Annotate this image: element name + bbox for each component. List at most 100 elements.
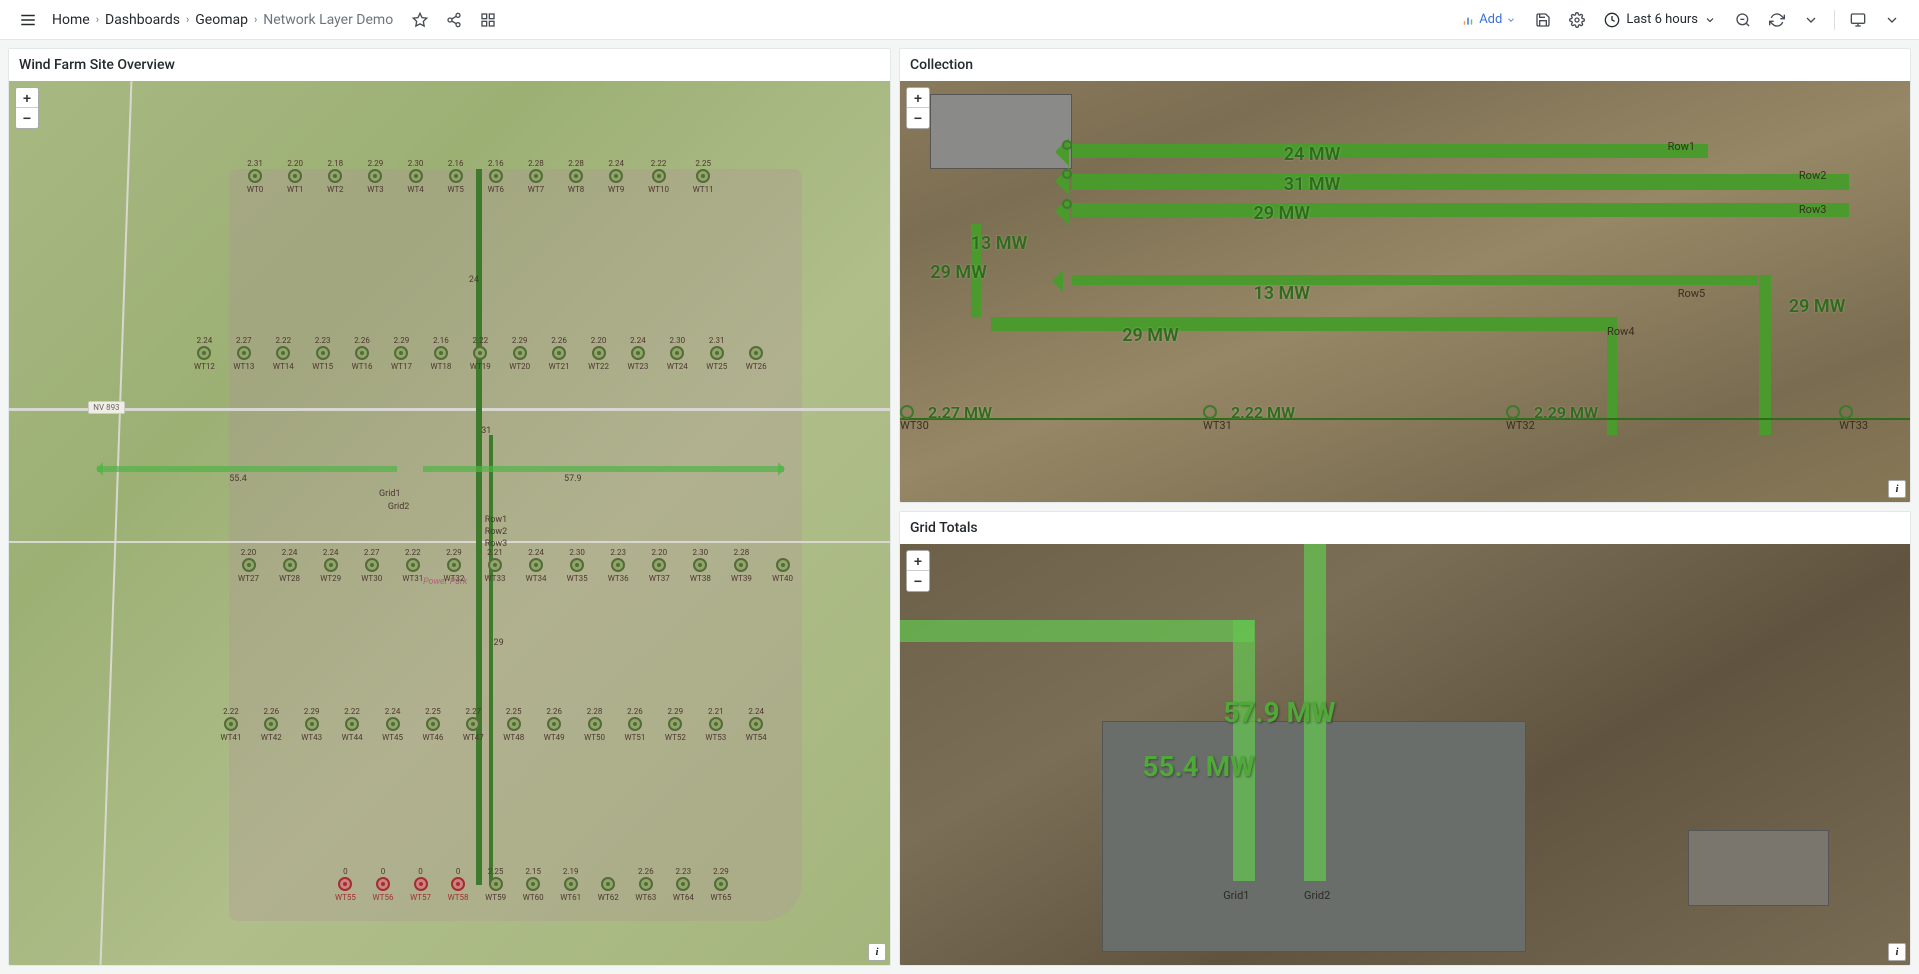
- turbine-marker[interactable]: 2.26WT49: [544, 717, 565, 742]
- turbine-marker[interactable]: 2.29WT52: [665, 717, 686, 742]
- turbine-marker[interactable]: 2.20WT27: [238, 558, 259, 583]
- turbine-marker[interactable]: 2.28WT8: [568, 169, 584, 194]
- turbine-marker[interactable]: 2.26WT51: [625, 717, 646, 742]
- turbine-marker[interactable]: 2.24WT34: [526, 558, 547, 583]
- turbine-marker[interactable]: 2.22WT44: [342, 717, 363, 742]
- zoom-in-button[interactable]: +: [16, 88, 38, 108]
- turbine-marker[interactable]: 2.28WT50: [584, 717, 605, 742]
- turbine-marker[interactable]: 0WT56: [373, 877, 394, 902]
- turbine-marker[interactable]: 2.16WT18: [430, 346, 451, 371]
- turbine-marker[interactable]: 2.22WT19: [470, 346, 491, 371]
- turbine-marker[interactable]: 2.30WT35: [567, 558, 588, 583]
- breadcrumb-home[interactable]: Home: [52, 12, 90, 28]
- turbine-marker[interactable]: WT26: [746, 346, 767, 371]
- turbine-marker[interactable]: 2.15WT60: [523, 877, 544, 902]
- geomap-grid-totals[interactable]: 57.9 MW55.4 MW Grid1Grid2 + − i: [900, 544, 1910, 965]
- turbine-marker[interactable]: WT62: [598, 877, 619, 902]
- attribution-button[interactable]: i: [1888, 480, 1906, 498]
- turbine-marker[interactable]: 2.24WT29: [320, 558, 341, 583]
- turbine-marker[interactable]: 2.26WT63: [635, 877, 656, 902]
- panel-title[interactable]: Grid Totals: [900, 512, 1910, 544]
- turbine-marker[interactable]: 2.19WT61: [560, 877, 581, 902]
- zoom-out-button[interactable]: −: [907, 108, 929, 128]
- turbine-marker[interactable]: 2.29WT32: [443, 558, 464, 583]
- turbine-marker[interactable]: 2.26WT21: [549, 346, 570, 371]
- turbine-marker[interactable]: 2.25WT46: [422, 717, 443, 742]
- turbine-marker[interactable]: 2.27WT13: [233, 346, 254, 371]
- turbine-marker[interactable]: WT322.29 MW: [1506, 405, 1535, 432]
- turbine-marker[interactable]: 2.27WT30: [361, 558, 382, 583]
- turbine-marker[interactable]: 2.30WT4: [407, 169, 423, 194]
- turbine-marker[interactable]: 2.23WT15: [312, 346, 333, 371]
- turbine-marker[interactable]: 2.24WT9: [608, 169, 624, 194]
- turbine-marker[interactable]: 0WT55: [335, 877, 356, 902]
- share-button[interactable]: [439, 5, 469, 35]
- zoom-in-button[interactable]: +: [907, 88, 929, 108]
- turbine-marker[interactable]: 2.21WT53: [705, 717, 726, 742]
- turbine-marker[interactable]: 2.28WT39: [731, 558, 752, 583]
- turbine-marker[interactable]: 2.22WT14: [273, 346, 294, 371]
- turbine-marker[interactable]: 2.29WT20: [509, 346, 530, 371]
- panel-title[interactable]: Collection: [900, 49, 1910, 81]
- settings-button[interactable]: [1562, 5, 1592, 35]
- turbine-marker[interactable]: 2.31WT0: [247, 169, 263, 194]
- apps-button[interactable]: [473, 5, 503, 35]
- turbine-marker[interactable]: 2.18WT2: [327, 169, 343, 194]
- turbine-marker[interactable]: 2.24WT12: [194, 346, 215, 371]
- turbine-marker[interactable]: 2.22WT10: [648, 169, 669, 194]
- turbine-marker[interactable]: 2.30WT24: [667, 346, 688, 371]
- zoom-in-button[interactable]: +: [907, 551, 929, 571]
- turbine-marker[interactable]: 2.21WT33: [485, 558, 506, 583]
- turbine-marker[interactable]: 2.26WT42: [261, 717, 282, 742]
- zoom-out-button[interactable]: −: [16, 108, 38, 128]
- turbine-marker[interactable]: WT33: [1839, 405, 1868, 432]
- turbine-marker[interactable]: WT40: [772, 558, 793, 583]
- turbine-marker[interactable]: 2.25WT48: [503, 717, 524, 742]
- more-button[interactable]: [1877, 5, 1907, 35]
- turbine-marker[interactable]: 2.22WT41: [220, 717, 241, 742]
- turbine-marker[interactable]: 2.30WT38: [690, 558, 711, 583]
- turbine-marker[interactable]: 2.25WT59: [485, 877, 506, 902]
- add-panel-button[interactable]: Add: [1453, 8, 1524, 31]
- attribution-button[interactable]: i: [1888, 943, 1906, 961]
- geomap-collection[interactable]: 24 MW31 MW29 MW13 MW29 MW13 MW29 MW29 MW…: [900, 81, 1910, 502]
- turbine-marker[interactable]: 2.23WT36: [608, 558, 629, 583]
- panel-title[interactable]: Wind Farm Site Overview: [9, 49, 890, 81]
- turbine-marker[interactable]: 2.20WT1: [287, 169, 303, 194]
- favorite-button[interactable]: [405, 5, 435, 35]
- turbine-marker[interactable]: 2.28WT7: [528, 169, 544, 194]
- zoom-out-button[interactable]: [1728, 5, 1758, 35]
- turbine-marker[interactable]: 0WT57: [410, 877, 431, 902]
- refresh-button[interactable]: [1762, 5, 1792, 35]
- turbine-marker[interactable]: 2.23WT64: [673, 877, 694, 902]
- turbine-marker[interactable]: 2.24WT23: [627, 346, 648, 371]
- tv-mode-button[interactable]: [1843, 5, 1873, 35]
- turbine-marker[interactable]: 2.24WT45: [382, 717, 403, 742]
- attribution-button[interactable]: i: [868, 943, 886, 961]
- save-button[interactable]: [1528, 5, 1558, 35]
- turbine-marker[interactable]: 2.25WT11: [693, 169, 714, 194]
- turbine-marker[interactable]: 2.29WT17: [391, 346, 412, 371]
- turbine-marker[interactable]: 2.24WT54: [746, 717, 767, 742]
- turbine-marker[interactable]: 2.20WT37: [649, 558, 670, 583]
- geomap-overview[interactable]: NV 893 55.4 57.9 24 31 29 Grid1 Grid2: [9, 81, 890, 965]
- turbine-marker[interactable]: WT302.27 MW: [900, 405, 929, 432]
- turbine-marker[interactable]: 2.26WT16: [352, 346, 373, 371]
- turbine-marker[interactable]: 2.16WT6: [488, 169, 504, 194]
- turbine-marker[interactable]: 2.31WT25: [706, 346, 727, 371]
- turbine-marker[interactable]: 2.20WT22: [588, 346, 609, 371]
- breadcrumb-dashboards[interactable]: Dashboards: [105, 12, 180, 28]
- turbine-marker[interactable]: 2.27WT47: [463, 717, 484, 742]
- turbine-marker[interactable]: WT312.22 MW: [1203, 405, 1232, 432]
- zoom-out-button[interactable]: −: [907, 571, 929, 591]
- turbine-marker[interactable]: 2.24WT28: [279, 558, 300, 583]
- breadcrumb-geomap[interactable]: Geomap: [195, 12, 248, 28]
- turbine-marker[interactable]: 2.29WT3: [367, 169, 383, 194]
- turbine-marker[interactable]: 2.22WT31: [402, 558, 423, 583]
- turbine-marker[interactable]: 2.16WT5: [447, 169, 463, 194]
- time-range-picker[interactable]: Last 6 hours: [1596, 8, 1724, 32]
- hamburger-menu-button[interactable]: [12, 4, 44, 36]
- turbine-marker[interactable]: 2.29WT65: [710, 877, 731, 902]
- turbine-marker[interactable]: 2.29WT43: [301, 717, 322, 742]
- refresh-interval-button[interactable]: [1796, 5, 1826, 35]
